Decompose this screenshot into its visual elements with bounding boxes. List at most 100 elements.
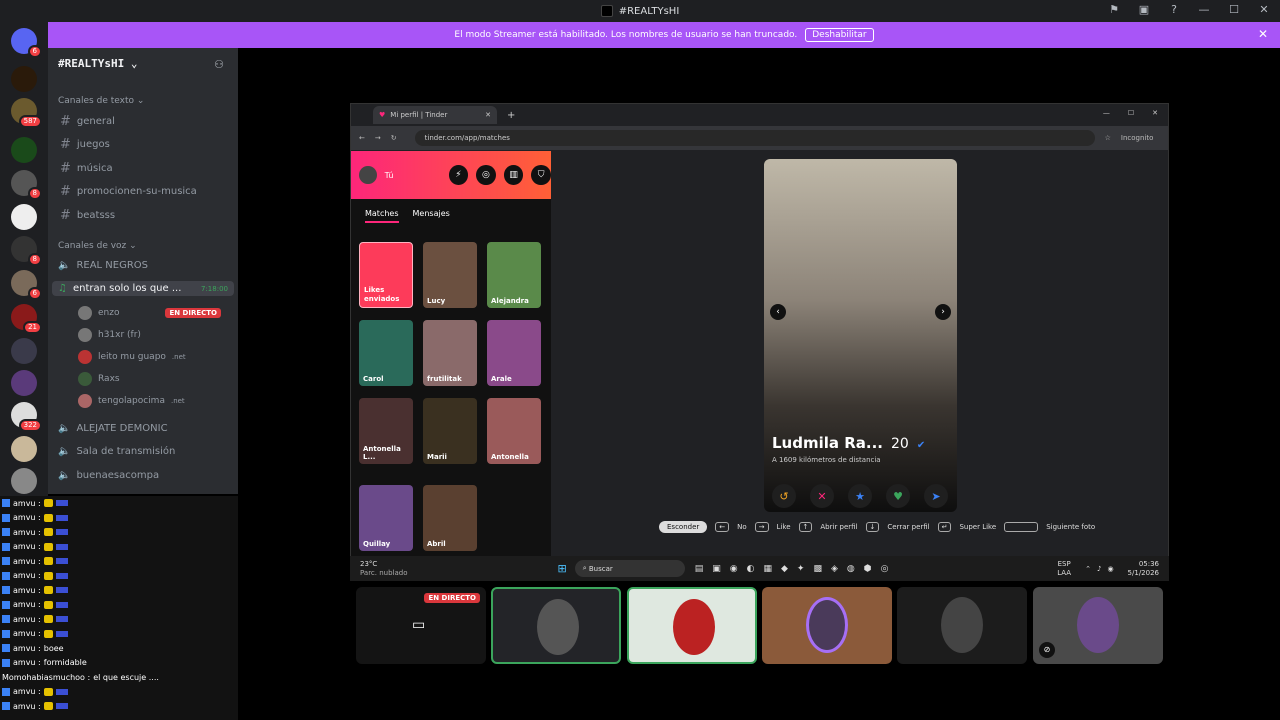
taskbar-search[interactable]: ⌕ Buscar [574, 560, 685, 577]
channel-musica[interactable]: # música [60, 161, 113, 176]
voice-user[interactable]: h31xr (fr) [78, 328, 141, 342]
boost-send-icon[interactable]: ➤ [924, 484, 948, 508]
help-icon[interactable]: ? [1166, 3, 1182, 16]
voice-user[interactable]: Raxs [78, 372, 120, 386]
star-icon[interactable]: ☆ [1105, 134, 1111, 142]
video-tile-speaking[interactable] [627, 587, 757, 664]
server-icon[interactable]: 587 [11, 98, 42, 128]
tray-icons[interactable]: ⌃ ♪ ◉ [1085, 565, 1113, 573]
back-icon[interactable]: ← [359, 134, 365, 142]
voice-user[interactable]: tengolapocima .net [78, 394, 185, 408]
voice-channel-real[interactable]: 🔈 REAL NEGROS [58, 260, 148, 271]
server-icon[interactable] [11, 66, 37, 92]
video-tile[interactable] [897, 587, 1027, 664]
server-icon[interactable]: 8 [11, 236, 42, 266]
new-tab-icon[interactable]: + [507, 110, 515, 121]
minimize-button[interactable]: — [1196, 3, 1212, 16]
nope-icon[interactable]: ✕ [810, 484, 834, 508]
match-tile[interactable]: Antonella [487, 398, 541, 464]
screen-icon[interactable]: ▣ [1136, 3, 1152, 16]
server-icon[interactable]: 21 [11, 304, 42, 334]
profile-header[interactable]: Tú ⚡ ◎ ▥ ⛉ [351, 151, 551, 199]
tab-messages[interactable]: Mensajes [413, 209, 450, 223]
add-member-icon[interactable]: ⚇ [214, 58, 224, 71]
server-icon[interactable] [11, 370, 37, 396]
disable-button[interactable]: Deshabilitar [805, 28, 874, 42]
channel-promocionen[interactable]: # promocionen-su-musica [60, 184, 197, 199]
match-tile[interactable]: Lucy [423, 242, 477, 308]
video-tile[interactable] [491, 587, 621, 664]
maximize-button[interactable]: ☐ [1226, 3, 1242, 16]
profile-card[interactable]: ‹ › Ludmila Ra... 20 ✔ A 1609 kilómetros d… [764, 159, 957, 512]
match-tile[interactable]: Quillay [359, 485, 413, 551]
emote-icon [43, 499, 53, 508]
discord-home-icon[interactable]: 6 [11, 28, 42, 58]
verified-icon: ✔ [916, 440, 926, 451]
channel-beatsss[interactable]: # beatsss [60, 208, 115, 223]
url-input[interactable]: tinder.com/app/matches [414, 130, 1095, 146]
like-icon[interactable]: ♥ [886, 484, 910, 508]
forward-icon[interactable]: → [375, 134, 381, 142]
keyboard-hints: Esconder ← No → Like ↑ Abrir perfil ↓ Cerrar… [659, 521, 1095, 533]
text-category[interactable]: Canales de texto ⌄ [58, 96, 144, 106]
server-icon[interactable] [11, 137, 37, 163]
start-icon[interactable]: ⊞ [558, 562, 567, 575]
match-tile[interactable]: frutilitak [423, 320, 477, 386]
server-icon[interactable]: 8 [11, 170, 42, 200]
voice-channel-buena[interactable]: 🔈 buenaesacompa [58, 470, 159, 481]
language-indicator[interactable]: ESP LAA [1057, 560, 1071, 578]
close-tab-icon[interactable]: ✕ [485, 111, 491, 119]
server-icon[interactable] [11, 468, 37, 494]
voice-category[interactable]: Canales de voz ⌄ [58, 241, 137, 251]
video-tile[interactable]: ⊘ [1033, 587, 1163, 664]
match-tile[interactable]: Marii [423, 398, 477, 464]
channel-general[interactable]: # general [60, 114, 115, 129]
reload-icon[interactable]: ↻ [391, 134, 397, 142]
inbox-icon[interactable]: ⚑ [1106, 3, 1122, 16]
close-icon[interactable]: ✕ [1258, 27, 1268, 41]
close-button[interactable]: ✕ [1256, 3, 1272, 16]
match-tile[interactable]: Carol [359, 320, 413, 386]
match-tile[interactable]: Abril [423, 485, 477, 551]
rewind-icon[interactable]: ↺ [772, 484, 796, 508]
server-icon[interactable] [11, 436, 37, 462]
browser-tab[interactable]: ♥ Mi perfil | Tinder ✕ [373, 106, 497, 124]
taskbar-apps[interactable]: ▤ ▣ ◉ ◐ ▦ ◆ ✦ ▩ ◈ ◍ ⬢ ◎ [695, 564, 889, 574]
shield-icon[interactable]: ⛉ [531, 165, 551, 185]
match-tile[interactable]: Alejandra [487, 242, 541, 308]
browser-window[interactable]: ♥ Mi perfil | Tinder ✕ + — ☐ ✕ ← → ↻ tinder.… [350, 103, 1169, 581]
hide-button[interactable]: Esconder [659, 521, 708, 533]
chat-line: amvu : [0, 496, 238, 511]
likes-sent-tile[interactable]: Likes enviados [359, 242, 413, 308]
weather-widget[interactable]: 23°C Parc. nublado [360, 560, 408, 578]
prev-photo-icon[interactable]: ‹ [770, 304, 786, 320]
clock[interactable]: 05:36 5/1/2026 [1128, 560, 1159, 578]
superlike-icon[interactable]: ★ [848, 484, 872, 508]
channel-juegos[interactable]: # juegos [60, 137, 110, 152]
voice-channel-active[interactable]: ♫ entran solo los que ... 7:18:00 [52, 281, 234, 296]
server-name[interactable]: #REALTYsHI ⌄ [58, 57, 137, 70]
explore-icon[interactable]: ◎ [476, 165, 496, 185]
voice-user[interactable]: enzo EN DIRECTO [78, 306, 222, 320]
briefcase-icon[interactable]: ▥ [503, 165, 524, 185]
server-icon[interactable]: 322 [11, 402, 42, 432]
avatar [1077, 597, 1119, 653]
user-tag: .net [171, 353, 186, 361]
matches-tabs: Matches Mensajes [351, 199, 551, 223]
match-tile[interactable]: Arale [487, 320, 541, 386]
close-icon[interactable]: ✕ [1152, 109, 1158, 117]
voice-user[interactable]: leito mu guapo .net [78, 350, 186, 364]
boost-icon[interactable]: ⚡ [448, 165, 469, 185]
voice-channel-sala[interactable]: 🔈 Sala de transmisión [58, 446, 175, 457]
match-tile[interactable]: Antonella L... [359, 398, 413, 464]
video-tile-stream[interactable]: EN DIRECTO ▭ [356, 587, 486, 664]
server-icon[interactable]: 6 [11, 270, 42, 300]
minimize-icon[interactable]: — [1103, 109, 1110, 117]
server-icon[interactable] [11, 338, 37, 364]
server-icon[interactable] [11, 204, 37, 230]
next-photo-icon[interactable]: › [935, 304, 951, 320]
maximize-icon[interactable]: ☐ [1128, 109, 1134, 117]
tab-matches[interactable]: Matches [365, 209, 399, 223]
voice-channel-alejate[interactable]: 🔈 ALEJATE DEMONIC [58, 423, 168, 434]
video-tile[interactable] [762, 587, 892, 664]
